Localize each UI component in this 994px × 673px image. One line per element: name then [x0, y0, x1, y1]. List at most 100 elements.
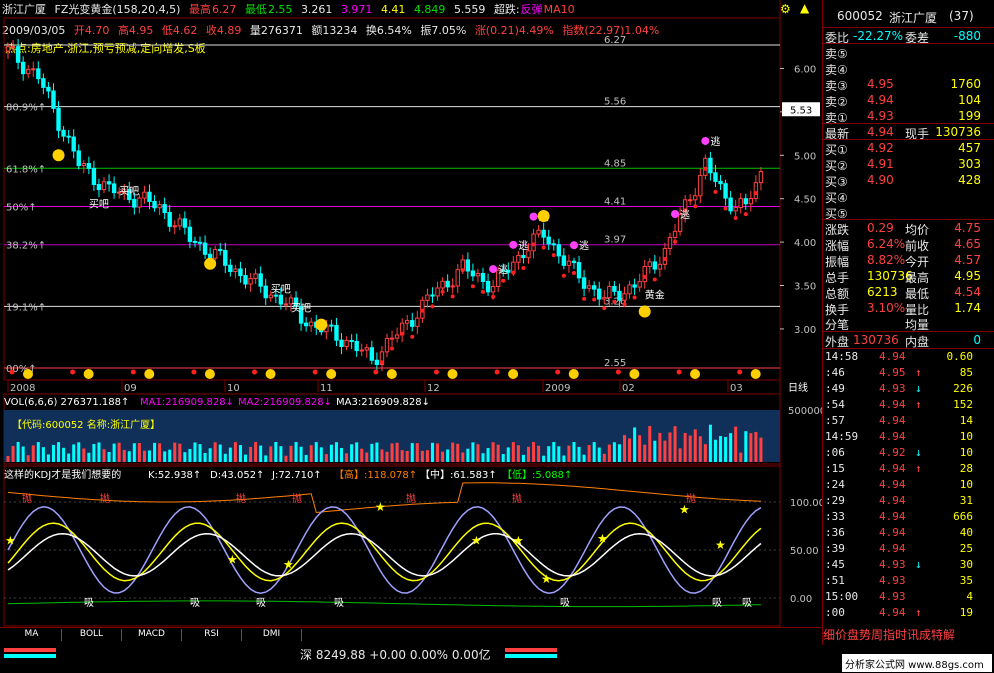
kdj-star-icon: ★	[513, 533, 524, 547]
volume-bar	[314, 442, 318, 462]
tick-row: :39 4.94 25	[823, 541, 994, 556]
tab-macd[interactable]: MACD	[122, 629, 182, 641]
smiley-icon	[537, 210, 550, 223]
side-tabs[interactable]: 细价盘势周指时讯成特解	[823, 626, 994, 642]
tab-boll[interactable]: BOLL	[62, 629, 122, 641]
candle-body	[405, 320, 410, 324]
tick-time: :57	[825, 414, 845, 427]
trend-dot	[743, 212, 748, 217]
volume-bar	[405, 450, 409, 462]
site-watermark: 分析家公式网 www.88gs.com	[842, 654, 992, 672]
smiley-icon	[638, 305, 651, 318]
candle-body	[51, 90, 56, 109]
candle-body	[516, 254, 521, 263]
date-label: 09	[124, 383, 137, 394]
volume-bar	[446, 449, 450, 462]
volume-bar	[547, 446, 551, 462]
escape-label: 逃	[518, 239, 528, 252]
tab-ma[interactable]: MA	[2, 629, 62, 641]
kdj-star-icon: ★	[5, 533, 16, 547]
buy-row[interactable]: 买① 4.92 457	[823, 140, 994, 157]
trend-dot	[481, 289, 486, 294]
sell-row[interactable]: 卖④	[823, 60, 994, 77]
candle-body	[106, 181, 112, 185]
tick-time: 14:59	[825, 430, 859, 443]
candle-body	[753, 182, 759, 199]
candle-body	[465, 259, 471, 272]
volume-bar	[87, 452, 91, 462]
volume-bar	[264, 455, 268, 462]
sell-row[interactable]: 卖③ 4.95 1760	[823, 76, 994, 93]
candle-body	[450, 285, 455, 288]
candle-body	[132, 199, 137, 208]
order-volume: 1760	[950, 77, 981, 91]
volume-bar	[633, 427, 637, 462]
volume-bar	[532, 442, 536, 462]
volume-bar	[713, 439, 717, 462]
tick-arrow: ↓	[915, 382, 922, 395]
volume-bar	[57, 442, 61, 462]
kdj-title: 这样的KDJ才是我们想要的	[4, 468, 121, 481]
smiley-icon	[315, 318, 328, 331]
sell-row[interactable]: 卖① 4.93 199	[823, 108, 994, 125]
fib-level-value: 4.41	[604, 197, 626, 208]
tick-arrow: ↓	[915, 446, 922, 459]
tick-price: 4.94	[879, 398, 906, 411]
buy-row[interactable]: 买④	[823, 188, 994, 205]
status-bar-red-2	[505, 648, 557, 652]
volume-bar	[31, 445, 35, 462]
sell-row[interactable]: 卖② 4.94 104	[823, 92, 994, 109]
candle-body	[344, 339, 349, 348]
candle-body	[268, 294, 273, 299]
tick-list[interactable]: 14:58 4.94 0.60:46 4.95 ↑ 85:49 4.93 ↓ 226:54 4.9…	[823, 348, 994, 623]
stat-value: 1.74	[954, 301, 981, 315]
volume-bar	[749, 433, 753, 462]
buy-row[interactable]: 买③ 4.90 428	[823, 172, 994, 189]
trend-dot	[420, 308, 425, 313]
buy-row[interactable]: 买② 4.91 303	[823, 156, 994, 173]
trend-dot	[440, 289, 445, 294]
chart-canvas[interactable]: 6.275.564.854.413.973.262.5580.9%↑61.8%↑…	[0, 0, 822, 627]
date-label: 12	[427, 383, 440, 394]
volume-bar	[46, 454, 50, 462]
tick-time: :54	[825, 398, 845, 411]
bottom-dot	[191, 369, 197, 375]
volume-bar	[506, 447, 510, 462]
sell-row[interactable]: 卖⑤	[823, 44, 994, 61]
candle-body	[36, 68, 41, 80]
kdj-buy-label: 吸	[712, 598, 722, 609]
tick-volume: 14	[959, 414, 973, 427]
candle-body	[657, 263, 663, 270]
volume-bar	[542, 455, 546, 462]
candle-body	[591, 285, 597, 290]
stat-row: 涨幅 6.24% 前收 4.65	[823, 236, 994, 253]
volume-bar	[6, 456, 10, 462]
trend-dot	[592, 297, 597, 302]
trend-dot	[379, 360, 384, 365]
signal-annotation: 买吧	[271, 283, 291, 295]
kdj-d: D:43.052↑	[210, 470, 264, 481]
buy-row[interactable]: 买⑤	[823, 204, 994, 221]
kdj-low: 【低】:5.088↑	[502, 468, 572, 481]
volume-bar	[168, 449, 172, 462]
candle-body	[521, 254, 526, 259]
volume-bar	[249, 446, 253, 462]
trend-dot	[511, 270, 516, 275]
chart-area[interactable]: 浙江广厦 FZ光变黄金(158,20,4,5) 最高6.27 最低2.55 3.…	[0, 0, 822, 627]
kdj-buy-label: 吸	[560, 598, 570, 609]
bottom-dot	[70, 369, 76, 375]
trend-dot	[662, 256, 667, 261]
candle-body	[182, 218, 188, 228]
trend-dot	[400, 331, 405, 336]
tab-rsi[interactable]: RSI	[182, 629, 242, 641]
volume-bar	[476, 444, 480, 462]
tick-row: :49 4.93 ↓ 226	[823, 381, 994, 396]
volume-bar	[734, 426, 738, 462]
candle-body	[66, 135, 71, 138]
volume-bar	[329, 444, 333, 462]
candle-body	[20, 61, 26, 75]
candle-body	[15, 46, 21, 63]
tab-dmi[interactable]: DMI	[242, 629, 302, 641]
trend-dot	[390, 346, 395, 351]
volume-bar	[724, 436, 728, 462]
